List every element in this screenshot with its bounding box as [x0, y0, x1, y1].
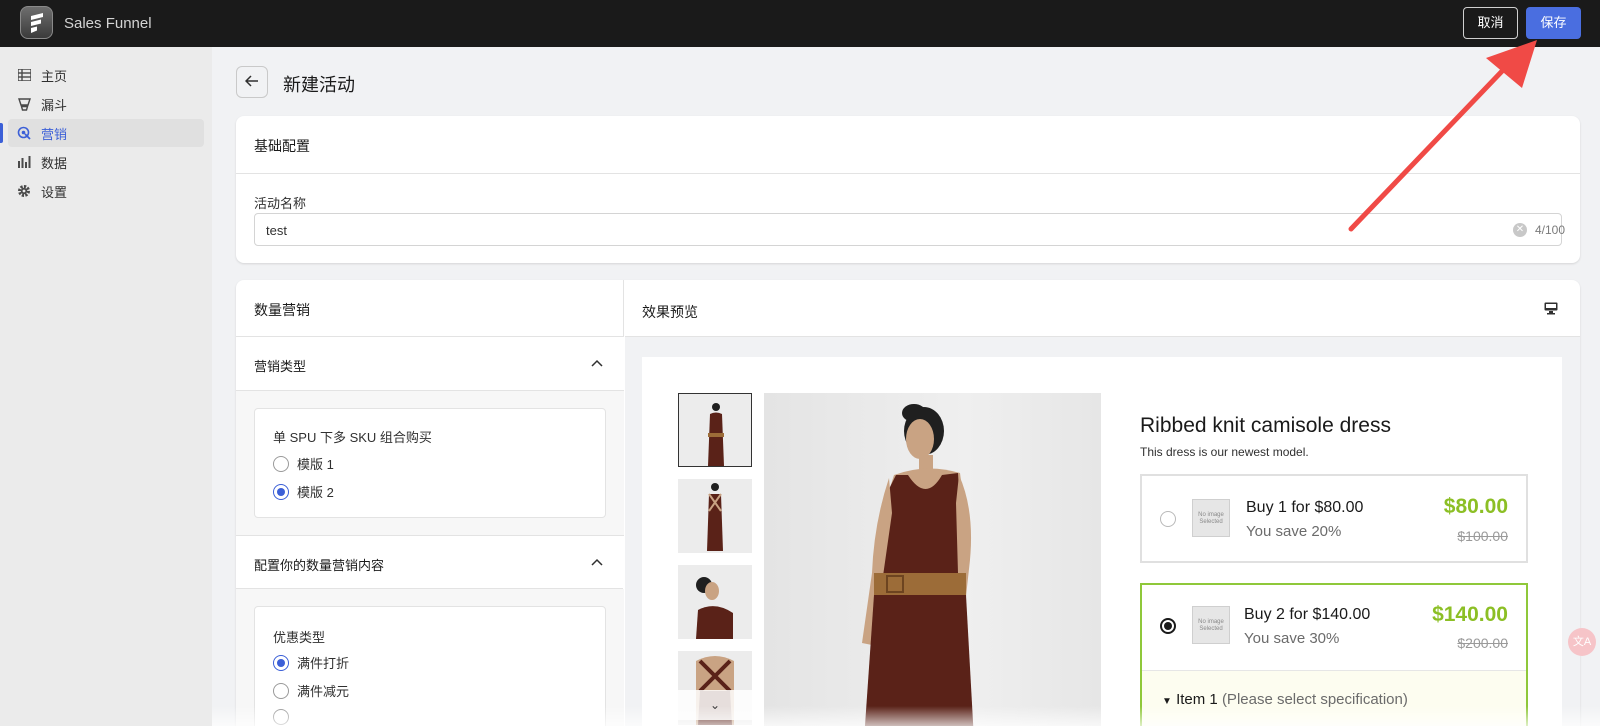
bottom-fade — [212, 706, 1600, 726]
annotation-arrow — [1348, 40, 1537, 232]
translate-icon[interactable]: 文A — [1568, 628, 1596, 656]
